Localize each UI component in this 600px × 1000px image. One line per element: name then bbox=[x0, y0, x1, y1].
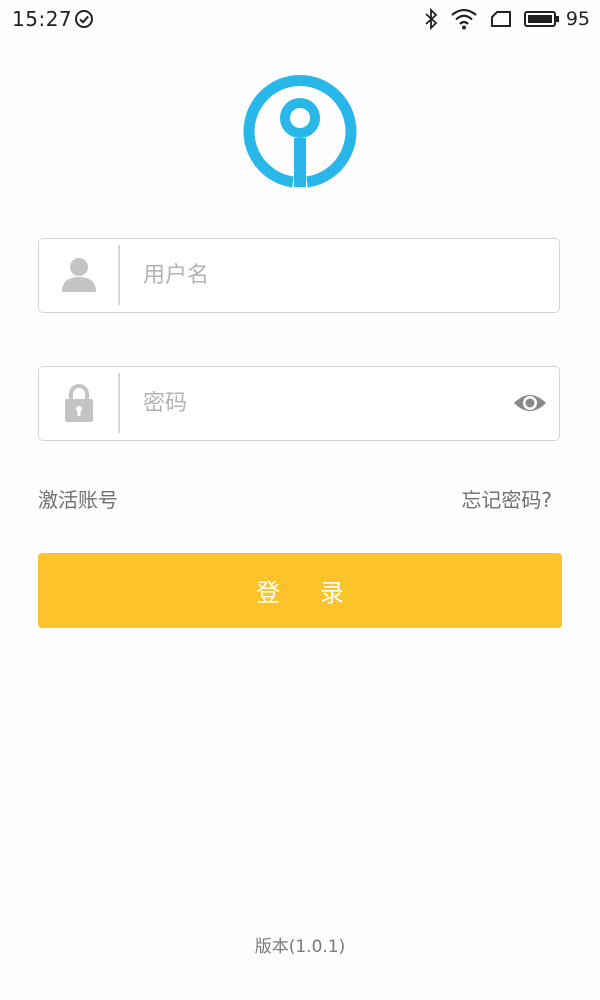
user-icon bbox=[39, 239, 119, 311]
password-field bbox=[38, 366, 560, 441]
check-circle-icon bbox=[75, 10, 93, 28]
status-bar: 15:27 95 bbox=[0, 0, 600, 40]
password-input[interactable] bbox=[143, 367, 483, 439]
activate-account-link[interactable]: 激活账号 bbox=[38, 484, 118, 513]
field-divider bbox=[118, 373, 120, 433]
screen-rotate-icon bbox=[490, 11, 511, 27]
eye-icon[interactable] bbox=[513, 390, 547, 416]
lock-icon bbox=[39, 367, 119, 439]
battery-icon bbox=[523, 11, 559, 27]
version-label: 版本(1.0.1) bbox=[254, 937, 346, 957]
username-input[interactable] bbox=[143, 239, 483, 311]
bluetooth-icon bbox=[425, 8, 438, 30]
field-divider bbox=[118, 245, 120, 305]
login-button[interactable]: 登录 bbox=[38, 553, 562, 628]
login-screen: 15:27 95 用户名 激活账号 忘记密码? 登录 版本(1.0.1) bbox=[0, 0, 600, 1000]
forgot-password-link[interactable]: 忘记密码? bbox=[461, 484, 552, 513]
username-field bbox=[38, 238, 560, 313]
app-logo-icon bbox=[243, 74, 357, 188]
battery-level: 95 bbox=[565, 8, 590, 30]
status-icons: 95 bbox=[412, 7, 590, 31]
status-time: 15:27 bbox=[12, 7, 73, 31]
wifi-icon bbox=[451, 8, 477, 30]
